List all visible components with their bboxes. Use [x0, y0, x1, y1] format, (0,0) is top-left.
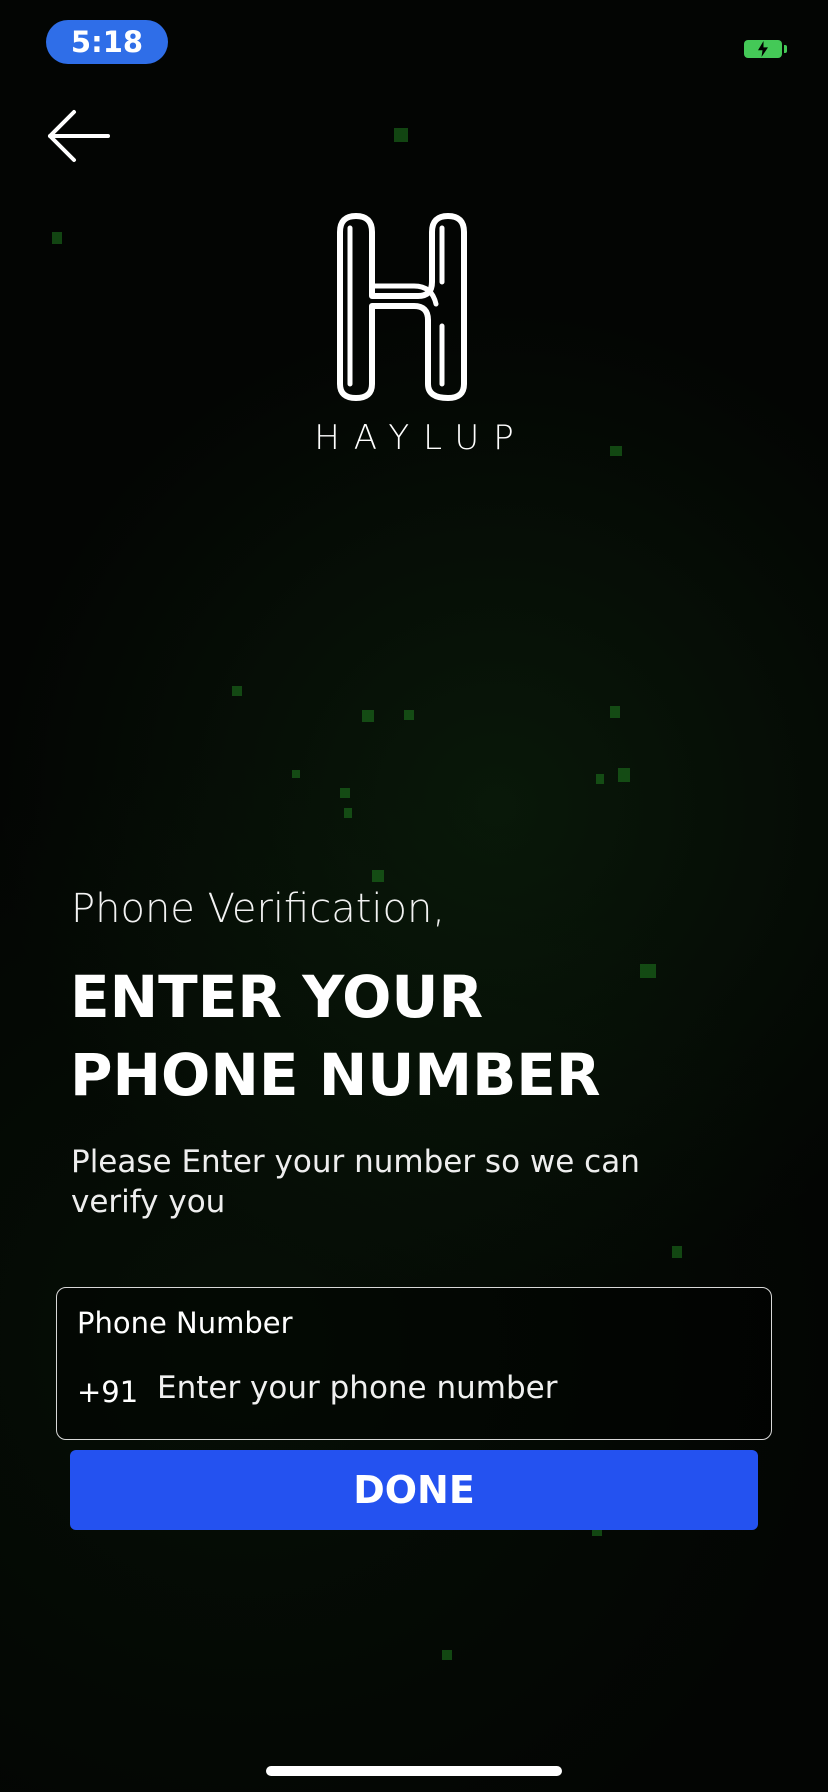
haylup-logo-icon	[330, 208, 500, 404]
background-dot	[610, 706, 620, 718]
background-dot	[232, 686, 242, 696]
page-title-line-1: ENTER YOUR	[70, 963, 484, 1031]
country-code[interactable]: +91	[77, 1375, 138, 1409]
background-dot	[596, 774, 604, 784]
background-dot	[404, 710, 414, 720]
background-dot	[344, 808, 352, 818]
background-dot	[672, 1246, 682, 1258]
background-dot	[340, 788, 350, 798]
done-button[interactable]: DONE	[70, 1450, 758, 1530]
background-dot	[394, 128, 408, 142]
background-dot	[52, 232, 62, 244]
brand-name: HAYLUP	[314, 418, 528, 458]
page-subtitle: Phone Verification,	[71, 886, 446, 932]
home-indicator	[266, 1766, 562, 1776]
background-dot	[372, 870, 384, 882]
phone-number-input[interactable]	[157, 1360, 737, 1416]
background-dot	[362, 710, 374, 722]
status-time: 5:18	[46, 20, 168, 64]
phone-number-field[interactable]: Phone Number +91	[56, 1287, 772, 1440]
page-description: Please Enter your number so we can verif…	[71, 1144, 640, 1220]
phone-number-label: Phone Number	[77, 1306, 293, 1340]
status-bar: 5:18	[0, 0, 828, 88]
battery-charging-icon	[744, 40, 787, 58]
background-dot	[292, 770, 300, 778]
back-button[interactable]	[44, 106, 112, 164]
page-title-line-2: PHONE NUMBER	[70, 1041, 601, 1109]
page-title: ENTER YOUR PHONE NUMBER	[70, 958, 770, 1114]
background-dot	[618, 768, 630, 782]
background-dot	[442, 1650, 452, 1660]
arrow-left-icon	[48, 110, 110, 162]
bolt-icon	[758, 41, 768, 57]
